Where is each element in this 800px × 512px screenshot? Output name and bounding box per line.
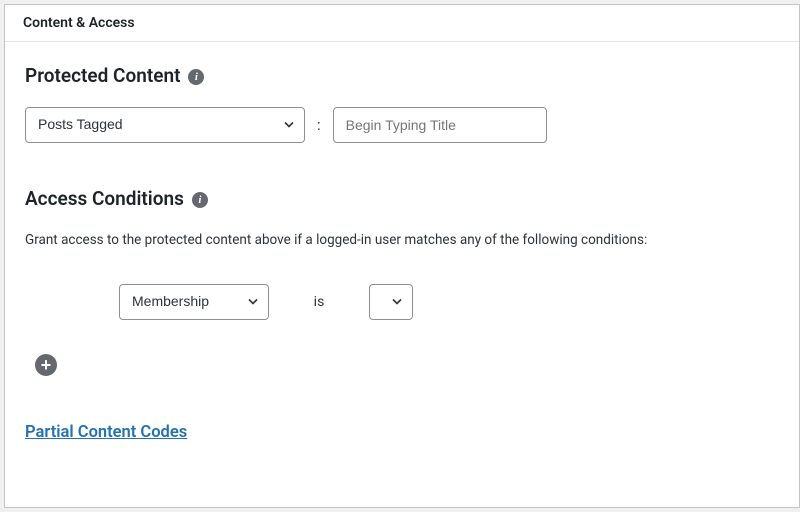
condition-field-select-wrap: Membership [119, 284, 269, 320]
content-title-input[interactable] [333, 107, 547, 143]
condition-row: Membership is [119, 284, 779, 320]
panel-title: Content & Access [23, 15, 781, 31]
access-conditions-heading: Access Conditions [25, 187, 184, 210]
condition-value-select-wrap [369, 284, 413, 320]
panel-body: Protected Content i Posts Tagged : Acces… [5, 42, 799, 462]
partial-content-codes-link[interactable]: Partial Content Codes [25, 423, 187, 442]
access-help-text: Grant access to the protected content ab… [25, 230, 779, 250]
protected-content-heading-row: Protected Content i [25, 64, 779, 87]
content-type-select-wrap: Posts Tagged [25, 107, 305, 143]
condition-value-select[interactable] [369, 284, 413, 320]
info-icon[interactable]: i [188, 69, 204, 85]
info-icon[interactable]: i [192, 192, 208, 208]
add-condition-button[interactable]: + [35, 354, 57, 376]
access-conditions-section: Access Conditions i Grant access to the … [25, 187, 779, 376]
plus-icon: + [41, 356, 52, 374]
protected-content-row: Posts Tagged : [25, 107, 779, 143]
content-type-select[interactable]: Posts Tagged [25, 107, 305, 143]
condition-field-select[interactable]: Membership [119, 284, 269, 320]
content-access-panel: Content & Access Protected Content i Pos… [4, 4, 800, 508]
panel-header: Content & Access [5, 5, 799, 42]
condition-operator-label: is [269, 294, 369, 310]
access-conditions-heading-row: Access Conditions i [25, 187, 779, 210]
partial-content-codes-section: Partial Content Codes [25, 422, 779, 442]
protected-content-heading: Protected Content [25, 64, 180, 87]
colon-separator: : [315, 116, 323, 134]
